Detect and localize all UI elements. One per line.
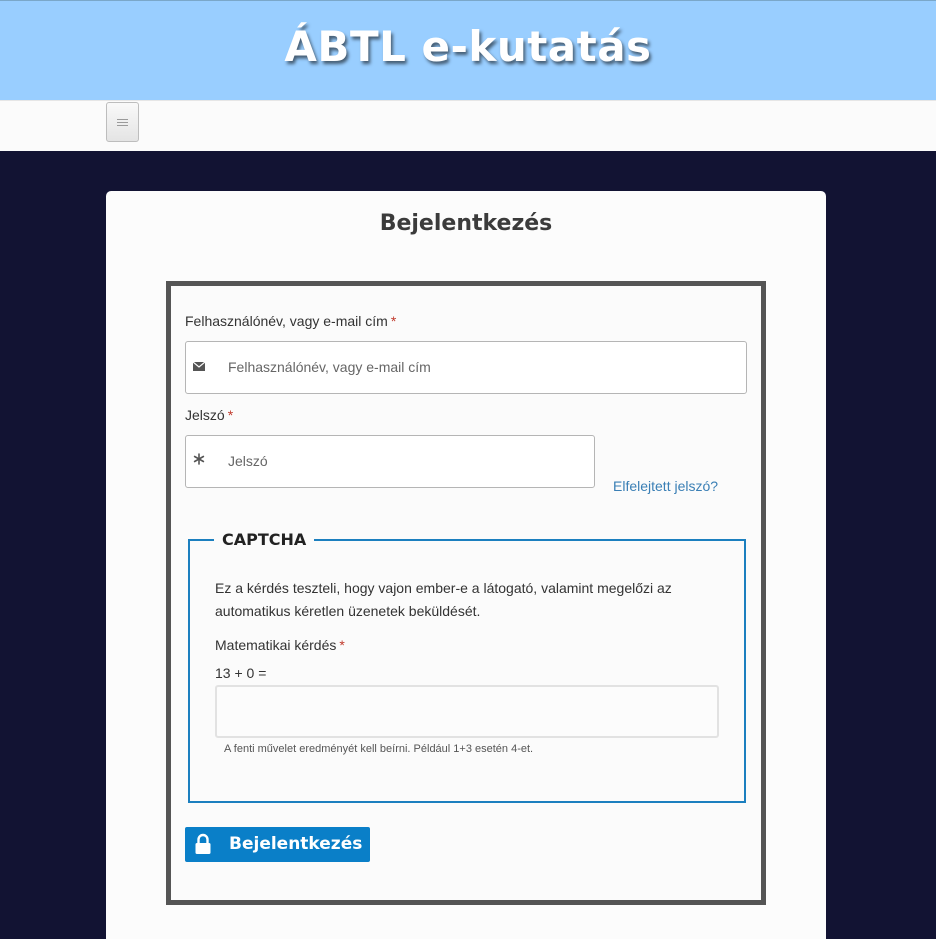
- captcha-answer-input[interactable]: [215, 685, 719, 738]
- login-button-label: Bejelentkezés: [229, 834, 363, 854]
- lock-icon: [195, 833, 211, 854]
- math-question-label-text: Matematikai kérdés: [215, 637, 337, 653]
- math-question-label: Matematikai kérdés *: [215, 637, 345, 653]
- required-mark: *: [390, 313, 397, 329]
- asterisk-icon: [192, 452, 206, 466]
- envelope-icon: [192, 359, 206, 373]
- username-input[interactable]: Felhasználónév, vagy e-mail cím: [185, 341, 747, 394]
- navbar: [0, 100, 936, 151]
- username-placeholder: Felhasználónév, vagy e-mail cím: [228, 359, 431, 375]
- captcha-fieldset: CAPTCHA Ez a kérdés teszteli, hogy vajon…: [188, 530, 746, 803]
- password-input[interactable]: Jelszó: [185, 435, 595, 488]
- username-label: Felhasználónév, vagy e-mail cím *: [185, 313, 396, 329]
- required-mark: *: [227, 407, 234, 423]
- required-mark: *: [339, 637, 345, 653]
- hamburger-icon: [117, 118, 128, 126]
- password-label: Jelszó *: [185, 407, 233, 423]
- login-card: Bejelentkezés Felhasználónév, vagy e-mai…: [106, 191, 826, 939]
- page-title: Bejelentkezés: [379, 211, 553, 236]
- password-placeholder: Jelszó: [228, 453, 268, 469]
- login-button[interactable]: Bejelentkezés: [185, 827, 370, 862]
- captcha-description: Ez a kérdés teszteli, hogy vajon ember-e…: [215, 580, 672, 619]
- menu-toggle-button[interactable]: [106, 102, 139, 142]
- password-label-text: Jelszó: [185, 407, 225, 423]
- login-form: Felhasználónév, vagy e-mail cím * Felhasz…: [166, 281, 766, 905]
- site-header: ÁBTL e-kutatás: [0, 0, 936, 100]
- captcha-legend: CAPTCHA: [214, 530, 315, 549]
- forgot-password-link[interactable]: Elfelejtett jelszó?: [613, 478, 718, 494]
- username-label-text: Felhasználónév, vagy e-mail cím: [185, 313, 388, 329]
- site-title[interactable]: ÁBTL e-kutatás: [284, 22, 651, 71]
- captcha-hint: A fenti művelet eredményét kell beírni. …: [224, 743, 534, 755]
- math-question: 13 + 0 =: [215, 665, 267, 681]
